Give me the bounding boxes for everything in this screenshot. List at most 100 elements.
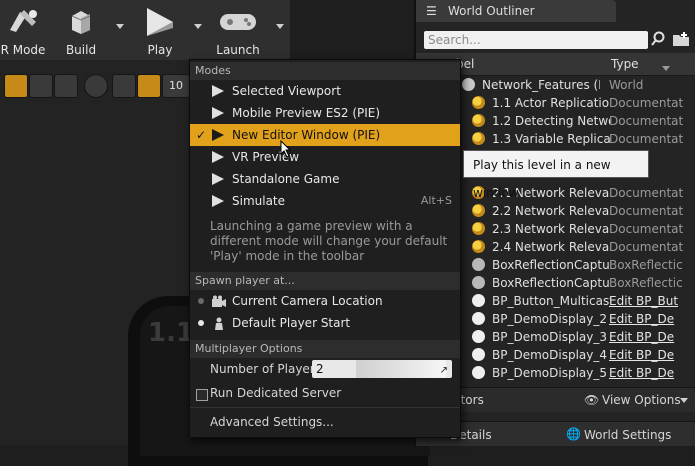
spawn-default-radio[interactable] — [198, 320, 204, 326]
play-mode-label: Standalone Game — [232, 172, 340, 186]
advanced-settings-item[interactable]: Advanced Settings... — [210, 415, 334, 429]
play-mode-label: Mobile Preview ES2 (PIE) — [232, 106, 381, 120]
launch-button[interactable]: Launch — [212, 0, 264, 60]
play-mode-item[interactable]: VR Preview — [190, 146, 460, 168]
play-mode-label: Selected Viewport — [232, 84, 341, 98]
spawn-current-camera[interactable]: Current Camera Location — [190, 290, 460, 312]
edit-blueprint-link[interactable]: Edit BP_De — [609, 346, 693, 364]
surface-snap-icon[interactable] — [112, 74, 136, 98]
view-options-button[interactable]: View Options — [602, 393, 681, 407]
play-mode-tooltip: Play this level in a new window — [463, 150, 649, 200]
type-sort-arrow[interactable] — [662, 66, 670, 71]
num-players-spinbox[interactable]: 2 ↗ — [312, 360, 452, 378]
translate-tool-icon[interactable] — [4, 74, 28, 98]
blueprint-actor-icon — [472, 366, 485, 379]
outliner-row-label: 2.3 Network Relevanc — [492, 222, 610, 236]
vr-mode-button[interactable]: R Mode — [0, 0, 46, 60]
world-settings-tab[interactable]: World Settings — [584, 428, 671, 442]
outliner-row-label: BoxReflectionCapture — [492, 258, 610, 272]
play-mode-icon — [212, 173, 224, 185]
edit-blueprint-link[interactable]: Edit BP_But — [609, 292, 693, 310]
outliner-tab-icon: ☰ — [426, 4, 437, 18]
build-button[interactable]: Build — [58, 0, 104, 60]
outliner-row-type: Documentat — [609, 186, 684, 200]
outliner-row-label: BP_DemoDisplay_2 — [492, 312, 607, 326]
outliner-row-type: Documentat — [609, 132, 684, 146]
play-mode-item[interactable]: Simulate Alt+S — [190, 190, 460, 212]
dedicated-server-label: Run Dedicated Server — [210, 386, 342, 400]
rotate-tool-icon[interactable] — [29, 74, 53, 98]
outliner-row-label: BoxReflectionCapture — [492, 276, 610, 290]
edit-blueprint-link[interactable]: Edit BP_De — [609, 310, 693, 328]
outliner-search-placeholder: Search... — [428, 33, 481, 47]
world-settings-icon: 🌐 — [566, 427, 581, 441]
outliner-row-type: BoxReflectic — [609, 276, 683, 290]
build-dropdown-arrow[interactable] — [116, 24, 124, 29]
shortcut-label: Alt+S — [420, 194, 452, 207]
world-local-icon[interactable] — [84, 74, 108, 98]
grid-size-value[interactable]: 10 — [162, 74, 190, 98]
outliner-search-input[interactable]: Search... — [424, 31, 648, 49]
edit-blueprint-link[interactable]: Edit BP_De — [609, 328, 693, 346]
documentation-actor-icon — [472, 96, 485, 109]
blueprint-actor-icon — [472, 348, 485, 361]
search-icon — [651, 31, 665, 46]
dedicated-server-checkbox[interactable] — [196, 389, 208, 401]
player-start-icon — [211, 316, 227, 338]
outliner-row-type: Documentat — [609, 240, 684, 254]
spawn-default-player-start[interactable]: Default Player Start — [190, 312, 460, 334]
documentation-actor-icon — [472, 222, 485, 235]
play-mode-item[interactable]: Standalone Game — [190, 168, 460, 190]
launch-icon — [220, 14, 256, 30]
outliner-row-label: 1.3 Variable Replicati — [492, 132, 610, 146]
play-dropdown-arrow[interactable] — [194, 24, 202, 29]
build-icon — [71, 11, 91, 34]
vr-mode-icon — [10, 10, 37, 32]
column-type-header[interactable]: Type — [611, 57, 639, 71]
mouse-cursor-icon — [280, 140, 292, 158]
spawn-current-radio[interactable] — [198, 298, 204, 304]
outliner-row-label: BP_Button_Multicast — [492, 294, 610, 308]
num-players-label: Number of Players — [210, 362, 321, 376]
play-mode-item[interactable]: Mobile Preview ES2 (PIE) — [190, 102, 460, 124]
play-mode-icon — [212, 151, 224, 163]
vr-mode-label: R Mode — [0, 43, 46, 57]
outliner-row-label: BP_DemoDisplay_3 — [492, 330, 607, 344]
blueprint-actor-icon — [472, 312, 485, 325]
view-options-eye-icon: 👁 — [584, 393, 600, 407]
play-mode-icon — [212, 85, 224, 97]
outliner-row-type: Documentat — [609, 96, 684, 110]
create-folder-icon[interactable] — [672, 31, 690, 47]
launch-dropdown-arrow[interactable] — [276, 24, 284, 29]
world-outliner-tab[interactable]: ☰ World Outliner — [416, 0, 616, 22]
main-toolbar: R Mode Build Play Launch — [0, 0, 290, 61]
play-button[interactable]: Play — [136, 0, 184, 60]
spinbox-drag-icon: ↗ — [439, 365, 448, 376]
outliner-row-label: Network_Features (Edit — [482, 78, 600, 92]
play-mode-icon — [212, 129, 224, 141]
outliner-row-type: Documentat — [609, 204, 684, 218]
outliner-row-label: BP_DemoDisplay_5 — [492, 366, 607, 380]
play-icon — [147, 8, 173, 36]
play-options-menu: Modes Selected Viewport Mobile Preview ES… — [189, 59, 461, 438]
outliner-tab-title: World Outliner — [448, 4, 535, 18]
grid-snap-icon[interactable] — [137, 74, 161, 98]
outliner-row-type: World — [609, 78, 644, 92]
outliner-row-label: 1.1 Actor Replication — [492, 96, 610, 110]
num-players-slider[interactable] — [356, 360, 446, 378]
spawn-header: Spawn player at... — [190, 272, 460, 290]
play-mode-item[interactable]: Selected Viewport — [190, 80, 460, 102]
play-mode-icon — [212, 107, 224, 119]
documentation-actor-icon — [472, 114, 485, 127]
play-mode-item[interactable]: ✓ New Editor Window (PIE) — [190, 124, 460, 146]
world-icon — [462, 78, 475, 91]
build-label: Build — [65, 43, 97, 57]
outliner-row-type: Documentat — [609, 114, 684, 128]
scale-tool-icon[interactable] — [54, 74, 78, 98]
edit-blueprint-link[interactable]: Edit BP_De — [609, 364, 693, 382]
outliner-row-label: 2.4 Network Relevanc — [492, 240, 610, 254]
checkmark-icon: ✓ — [196, 128, 207, 142]
documentation-actor-icon — [472, 132, 485, 145]
outliner-row-type: Documentat — [609, 222, 684, 236]
launch-label: Launch — [216, 43, 260, 57]
